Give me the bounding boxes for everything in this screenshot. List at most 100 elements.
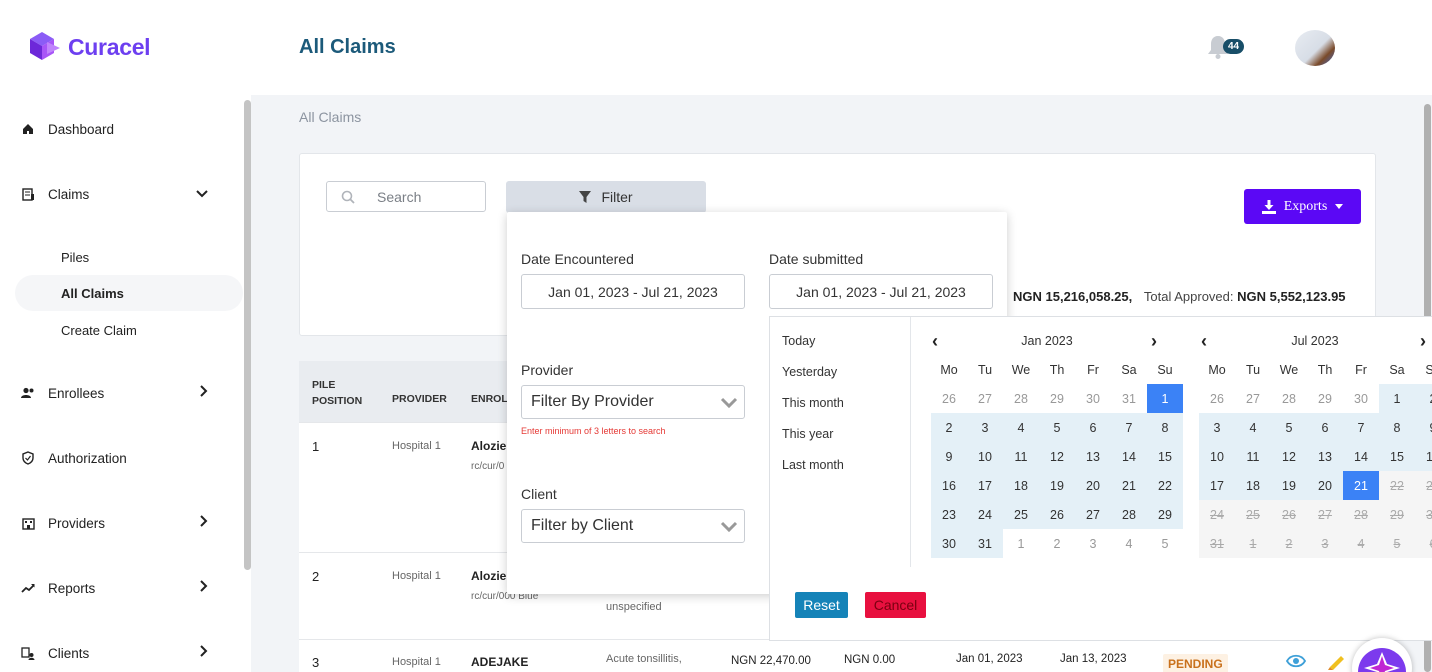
calendar-day[interactable]: 27 bbox=[967, 384, 1003, 413]
sidebar-item-providers[interactable]: Providers bbox=[20, 515, 210, 531]
calendar-day[interactable]: 29 bbox=[1039, 384, 1075, 413]
calendar-day[interactable]: 11 bbox=[1003, 442, 1039, 471]
calendar-day[interactable]: 22 bbox=[1147, 471, 1183, 500]
eye-icon[interactable] bbox=[1285, 654, 1307, 672]
client-select[interactable]: Filter by Client bbox=[521, 509, 745, 543]
sidebar-sub-piles[interactable]: Piles bbox=[61, 250, 89, 265]
range-today[interactable]: Today bbox=[782, 334, 815, 348]
calendar-day[interactable]: 15 bbox=[1379, 442, 1415, 471]
calendar-day[interactable]: 1 bbox=[1003, 529, 1039, 558]
calendar-day[interactable]: 12 bbox=[1271, 442, 1307, 471]
calendar-day[interactable]: 1 bbox=[1147, 384, 1183, 413]
calendar-day[interactable]: 10 bbox=[1199, 442, 1235, 471]
calendar-day[interactable]: 31 bbox=[967, 529, 1003, 558]
provider-select[interactable]: Filter By Provider bbox=[521, 385, 745, 419]
calendar-day[interactable]: 31 bbox=[1111, 384, 1147, 413]
calendar-day[interactable]: 30 bbox=[931, 529, 967, 558]
range-this-year[interactable]: This year bbox=[782, 427, 833, 441]
next-month-icon[interactable]: › bbox=[1151, 331, 1157, 352]
sidebar-item-dashboard[interactable]: Dashboard bbox=[20, 121, 210, 137]
calendar-day[interactable]: 5 bbox=[1147, 529, 1183, 558]
date-encountered-input[interactable]: Jan 01, 2023 - Jul 21, 2023 bbox=[521, 274, 745, 309]
cancel-button[interactable]: Cancel bbox=[865, 592, 926, 618]
calendar-day[interactable]: 2 bbox=[931, 413, 967, 442]
calendar-day[interactable]: 28 bbox=[1271, 384, 1307, 413]
calendar-day[interactable]: 20 bbox=[1075, 471, 1111, 500]
calendar-day[interactable]: 26 bbox=[931, 384, 967, 413]
calendar-day[interactable]: 9 bbox=[1415, 413, 1432, 442]
column-header-pile-position[interactable]: PILE POSITION bbox=[312, 377, 372, 409]
calendar-day[interactable]: 7 bbox=[1343, 413, 1379, 442]
calendar-day[interactable]: 8 bbox=[1379, 413, 1415, 442]
calendar-day[interactable]: 27 bbox=[1075, 500, 1111, 529]
column-header-provider[interactable]: PROVIDER bbox=[392, 393, 447, 405]
column-header-enrollee[interactable]: ENROL bbox=[471, 393, 508, 405]
date-submitted-input[interactable]: Jan 01, 2023 - Jul 21, 2023 bbox=[769, 274, 993, 309]
calendar-day[interactable]: 30 bbox=[1343, 384, 1379, 413]
calendar-day[interactable]: 19 bbox=[1271, 471, 1307, 500]
calendar-day[interactable]: 4 bbox=[1003, 413, 1039, 442]
sidebar-item-authorization[interactable]: Authorization bbox=[20, 450, 210, 466]
calendar-day[interactable]: 18 bbox=[1235, 471, 1271, 500]
calendar-day[interactable]: 25 bbox=[1003, 500, 1039, 529]
prev-month-icon[interactable]: ‹ bbox=[1201, 331, 1207, 352]
calendar-day[interactable]: 17 bbox=[967, 471, 1003, 500]
calendar-day[interactable]: 26 bbox=[1199, 384, 1235, 413]
calendar-day[interactable]: 11 bbox=[1235, 442, 1271, 471]
calendar-day[interactable]: 6 bbox=[1075, 413, 1111, 442]
calendar-day[interactable]: 28 bbox=[1111, 500, 1147, 529]
avatar[interactable] bbox=[1295, 30, 1335, 66]
calendar-day[interactable]: 17 bbox=[1199, 471, 1235, 500]
calendar-day[interactable]: 3 bbox=[1075, 529, 1111, 558]
sidebar-item-clients[interactable]: Clients bbox=[20, 645, 210, 661]
calendar-day[interactable]: 3 bbox=[967, 413, 1003, 442]
sidebar-scrollbar[interactable] bbox=[244, 100, 251, 570]
calendar-day[interactable]: 8 bbox=[1147, 413, 1183, 442]
prev-month-icon[interactable]: ‹ bbox=[932, 331, 938, 352]
calendar-day[interactable]: 27 bbox=[1235, 384, 1271, 413]
sidebar-item-enrollees[interactable]: Enrollees bbox=[20, 385, 210, 401]
range-last-month[interactable]: Last month bbox=[782, 458, 844, 472]
calendar-day[interactable]: 21 bbox=[1111, 471, 1147, 500]
calendar-day[interactable]: 23 bbox=[931, 500, 967, 529]
calendar-day[interactable]: 3 bbox=[1199, 413, 1235, 442]
sidebar-sub-all-claims[interactable]: All Claims bbox=[61, 286, 124, 301]
calendar-day[interactable]: 16 bbox=[1415, 442, 1432, 471]
row-enrollee-name[interactable]: Alozie bbox=[471, 439, 506, 453]
calendar-day[interactable]: 14 bbox=[1343, 442, 1379, 471]
calendar-day[interactable]: 24 bbox=[967, 500, 1003, 529]
reset-button[interactable]: Reset bbox=[795, 592, 848, 618]
calendar-day[interactable]: 5 bbox=[1039, 413, 1075, 442]
calendar-day[interactable]: 16 bbox=[931, 471, 967, 500]
calendar-day[interactable]: 7 bbox=[1111, 413, 1147, 442]
breadcrumb[interactable]: All Claims bbox=[299, 109, 361, 125]
exports-button[interactable]: Exports bbox=[1244, 189, 1361, 224]
row-enrollee-name[interactable]: ADEJAKE bbox=[471, 655, 528, 669]
filter-button[interactable]: Filter bbox=[506, 181, 706, 213]
range-yesterday[interactable]: Yesterday bbox=[782, 365, 837, 379]
calendar-day[interactable]: 5 bbox=[1271, 413, 1307, 442]
calendar-day[interactable]: 14 bbox=[1111, 442, 1147, 471]
calendar-day[interactable]: 4 bbox=[1111, 529, 1147, 558]
calendar-day[interactable]: 13 bbox=[1307, 442, 1343, 471]
calendar-day[interactable]: 29 bbox=[1307, 384, 1343, 413]
calendar-day[interactable]: 13 bbox=[1075, 442, 1111, 471]
row-enrollee-name[interactable]: Alozie bbox=[471, 569, 506, 583]
curacel-logo[interactable]: Curacel bbox=[30, 32, 151, 62]
calendar-day[interactable]: 2 bbox=[1415, 384, 1432, 413]
calendar-day[interactable]: 4 bbox=[1235, 413, 1271, 442]
next-month-icon[interactable]: › bbox=[1420, 331, 1426, 352]
calendar-day[interactable]: 6 bbox=[1307, 413, 1343, 442]
range-this-month[interactable]: This month bbox=[782, 396, 844, 410]
calendar-day[interactable]: 2 bbox=[1039, 529, 1075, 558]
calendar-day[interactable]: 30 bbox=[1075, 384, 1111, 413]
calendar-day[interactable]: 26 bbox=[1039, 500, 1075, 529]
calendar-day[interactable]: 29 bbox=[1147, 500, 1183, 529]
calendar-day[interactable]: 9 bbox=[931, 442, 967, 471]
calendar-day[interactable]: 10 bbox=[967, 442, 1003, 471]
calendar-day[interactable]: 15 bbox=[1147, 442, 1183, 471]
calendar-day[interactable]: 20 bbox=[1307, 471, 1343, 500]
calendar-day[interactable]: 21 bbox=[1343, 471, 1379, 500]
calendar-day[interactable]: 18 bbox=[1003, 471, 1039, 500]
calendar-day[interactable]: 1 bbox=[1379, 384, 1415, 413]
